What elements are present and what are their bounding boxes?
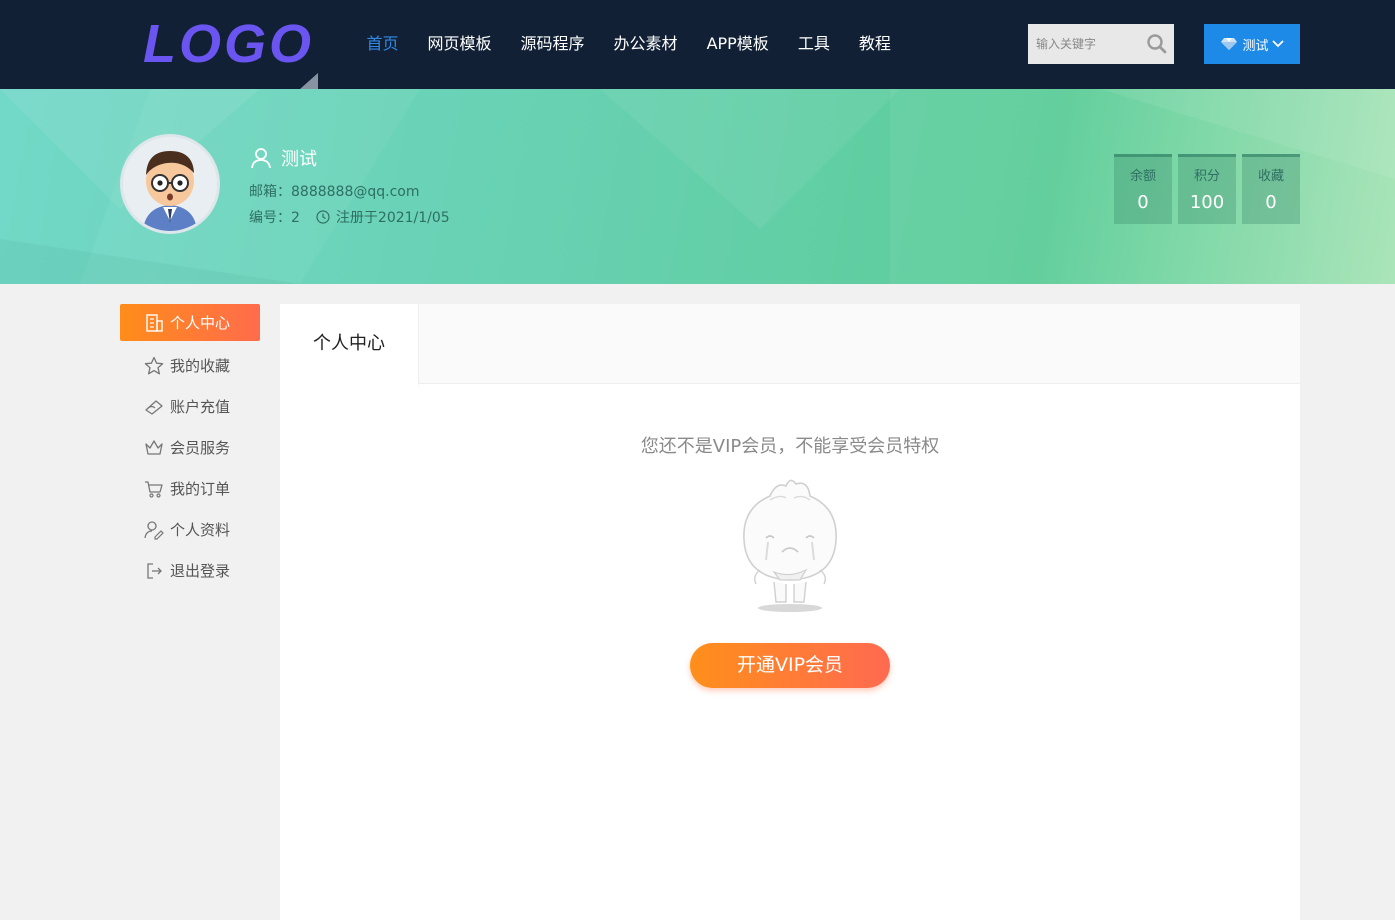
building-icon (146, 313, 163, 332)
sidebar-item-recharge[interactable]: 账户充值 (120, 386, 260, 427)
profile-registered-date: 注册于2021/1/05 (335, 210, 450, 226)
site-logo[interactable]: LOGO (143, 14, 311, 74)
profile-banner: 测试 邮箱：8888888@qq.com 编号：2 注册于2021/1/05 余… (0, 89, 1395, 284)
avatar-cartoon-image (123, 137, 217, 231)
profile-stats: 余额 0 积分 100 收藏 0 (1114, 154, 1300, 224)
star-icon (144, 356, 164, 374)
profile-id: 编号：2 (249, 210, 300, 226)
chevron-down-icon (1271, 40, 1284, 48)
stat-balance: 余额 0 (1114, 154, 1172, 224)
nav-item-tutorials[interactable]: 教程 (844, 24, 905, 64)
tab-bar: 个人中心 (280, 304, 1300, 385)
search-input[interactable] (1028, 24, 1138, 64)
sidebar-item-label: 账户充值 (170, 398, 231, 416)
sidebar: 个人中心 我的收藏 账户充值 会员服务 我的订单 个人资料 退出登录 (120, 304, 260, 591)
username-text: 测试 (281, 149, 317, 170)
clock-icon (316, 210, 330, 224)
sidebar-item-label: 我的订单 (170, 480, 231, 498)
stat-value: 100 (1189, 192, 1225, 213)
user-icon (251, 148, 271, 169)
nav-item-source-code[interactable]: 源码程序 (506, 24, 599, 64)
sidebar-item-membership[interactable]: 会员服务 (120, 427, 260, 468)
nav-item-tools[interactable]: 工具 (783, 24, 844, 64)
search-icon[interactable] (1146, 33, 1168, 55)
logout-icon (147, 562, 162, 579)
crown-icon (145, 439, 163, 455)
diamond-icon (1221, 38, 1238, 50)
stat-label: 收藏 (1257, 169, 1284, 184)
sidebar-item-label: 个人资料 (170, 521, 231, 539)
vip-notice-text: 您还不是VIP会员，不能享受会员特权 (640, 436, 940, 457)
user-menu-button[interactable]: 测试 (1204, 24, 1300, 64)
main-nav: 首页 网页模板 源码程序 办公素材 APP模板 工具 教程 (352, 24, 905, 64)
sidebar-item-label: 我的收藏 (170, 357, 231, 375)
sidebar-item-label: 个人中心 (170, 314, 231, 332)
search-box (1028, 24, 1174, 64)
stat-value: 0 (1265, 192, 1277, 213)
profile-email: 邮箱：8888888@qq.com (249, 184, 420, 200)
nav-item-home[interactable]: 首页 (352, 24, 413, 64)
wallet-icon (145, 399, 163, 415)
nav-item-office-materials[interactable]: 办公素材 (599, 24, 692, 64)
user-menu-label: 测试 (1242, 38, 1269, 54)
sidebar-item-profile[interactable]: 个人资料 (120, 509, 260, 550)
sidebar-item-label: 退出登录 (170, 562, 231, 580)
user-edit-icon (144, 520, 164, 540)
sidebar-item-personal-center[interactable]: 个人中心 (120, 304, 260, 341)
stat-label: 余额 (1129, 169, 1156, 184)
top-navigation-bar: LOGO 首页 网页模板 源码程序 办公素材 APP模板 工具 教程 测试 (0, 0, 1395, 89)
crying-bun-illustration (743, 479, 837, 612)
nav-item-app-templates[interactable]: APP模板 (692, 24, 783, 64)
stat-points: 积分 100 (1178, 154, 1236, 224)
stat-favorites: 收藏 0 (1242, 154, 1300, 224)
stat-value: 0 (1137, 192, 1149, 213)
logo-notch-decoration (300, 73, 318, 89)
sidebar-item-label: 会员服务 (170, 439, 231, 457)
sidebar-item-orders[interactable]: 我的订单 (120, 468, 260, 509)
sidebar-item-favorites[interactable]: 我的收藏 (120, 345, 260, 386)
open-vip-button[interactable]: 开通VIP会员 (690, 643, 890, 688)
nav-item-web-templates[interactable]: 网页模板 (413, 24, 506, 64)
sidebar-item-logout[interactable]: 退出登录 (120, 550, 260, 591)
stat-label: 积分 (1193, 169, 1220, 184)
cart-icon (145, 480, 163, 498)
avatar[interactable] (120, 134, 220, 234)
tab-personal-center[interactable]: 个人中心 (280, 304, 419, 385)
profile-meta: 编号：2 注册于2021/1/05 (249, 207, 450, 227)
profile-username: 测试 (249, 145, 317, 171)
main-panel: 个人中心 您还不是VIP会员，不能享受会员特权 开通VIP会员 (280, 304, 1300, 920)
